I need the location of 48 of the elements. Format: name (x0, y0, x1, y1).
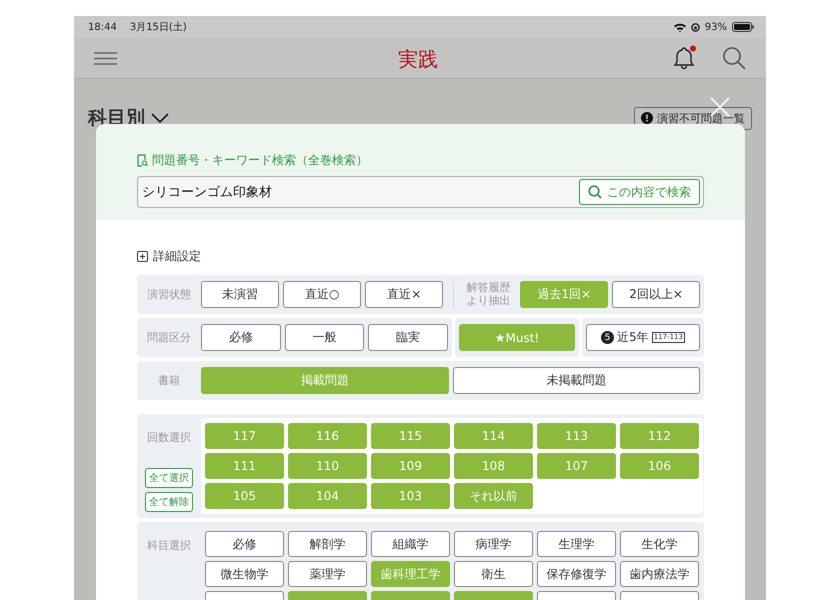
filter-option[interactable]: 未掲載問題 (452, 367, 700, 394)
subject-option[interactable]: 薬理学 (288, 561, 367, 587)
filter-option[interactable]: 一般 (284, 324, 364, 351)
status-date: 3月15日(土) (130, 20, 187, 34)
filter-option[interactable]: 直近× (365, 281, 444, 308)
filter-label: 書籍 (157, 373, 181, 388)
details-toggle[interactable]: 詳細設定 (137, 248, 201, 265)
clear-all-button[interactable]: 全て解除 (145, 492, 193, 512)
battery-percent: 93% (704, 22, 727, 32)
filter-label: 科目選択 (146, 538, 192, 553)
search-submit-button[interactable]: この内容で検索 (579, 179, 700, 205)
filter-option[interactable]: 直近○ (283, 281, 362, 308)
battery-icon (732, 22, 754, 32)
filter-option[interactable]: 2回以上× (612, 281, 700, 308)
recent-years-label: 近5年 (617, 329, 649, 346)
notification-bell-icon[interactable] (672, 45, 698, 71)
filter-option[interactable]: 必修 (201, 324, 281, 351)
filter-option[interactable]: 臨実 (368, 324, 448, 351)
filter-label: 演習状態 (146, 287, 192, 302)
search-label: 問題番号・キーワード検索（全巻検索） (152, 152, 368, 169)
filter-label: 解答履歴より抽出 (466, 282, 512, 308)
menu-icon[interactable] (94, 52, 117, 64)
select-all-button[interactable]: 全て選択 (145, 468, 193, 488)
header-title: 実践 (398, 46, 438, 73)
subject-option[interactable]: 病理学 (454, 531, 533, 557)
plus-square-icon (137, 251, 148, 262)
subject-option[interactable]: 歯内療法学 (620, 561, 699, 587)
keyword-field[interactable]: シリコーンゴム印象材 この内容で検索 (137, 176, 704, 208)
subject-option[interactable]: 衛生 (454, 561, 533, 587)
search-icon[interactable] (722, 46, 746, 70)
subject-option[interactable]: 解剖学 (288, 531, 367, 557)
subject-option[interactable]: 生理学 (537, 531, 616, 557)
status-time: 18:44 (88, 22, 117, 32)
number-badge: 5 (601, 331, 614, 344)
wifi-icon (674, 22, 686, 32)
filter-label: 問題区分 (146, 330, 192, 345)
document-search-icon (137, 154, 148, 167)
filter-label: 回数選択 (146, 430, 192, 445)
subject-option[interactable]: 生化学 (620, 531, 699, 557)
alert-icon (641, 112, 653, 124)
subject-option[interactable]: 保存修復学 (537, 561, 616, 587)
subject-option[interactable]: 必修 (205, 531, 284, 557)
search-icon (588, 185, 602, 199)
subject-option[interactable]: 微生物学 (205, 561, 284, 587)
chevron-down-icon[interactable] (151, 113, 169, 123)
subject-option[interactable]: 組織学 (371, 531, 450, 557)
rotation-lock-icon (690, 22, 700, 32)
filter-option[interactable]: 未演習 (201, 281, 280, 308)
